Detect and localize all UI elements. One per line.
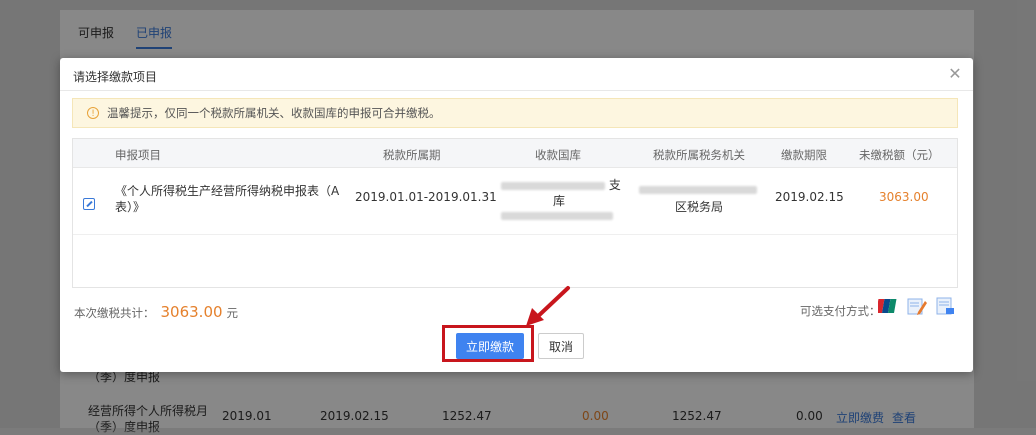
modal-title: 请选择缴款项目 [73,70,158,84]
item-name-line1: 《个人所得税生产经营所得纳税申报表（A [115,184,340,198]
table-header: 申报项目 税款所属期 收款国库 税款所属税务机关 缴款期限 未缴税额（元） [73,139,957,168]
payment-table: 申报项目 税款所属期 收款国库 税款所属税务机关 缴款期限 未缴税额（元） 《个… [72,138,958,288]
redacted-text [501,208,613,222]
unionpay-icon[interactable] [878,296,900,316]
notice-text: 温馨提示，仅同一个税款所属机关、收款国库的申报可合并缴税。 [107,106,441,120]
row-period: 2019.01.01-2019.01.31 [355,190,497,204]
total-value: 3063.00 [160,303,223,321]
redacted-text [501,181,605,190]
treasury-suffix-2: 库 [553,194,566,208]
close-icon[interactable]: ✕ [945,64,965,84]
row-deadline: 2019.02.15 [775,190,844,204]
cancel-button[interactable]: 取消 [538,333,584,359]
table-row[interactable]: 《个人所得税生产经营所得纳税申报表（A 表）》 2019.01.01-2019.… [73,168,957,235]
row-checkbox[interactable] [83,198,95,210]
authority-suffix: 区税务局 [675,200,724,214]
bank-transfer-icon[interactable] [934,296,956,316]
header-authority: 税款所属税务机关 [653,148,745,162]
header-unpaid: 未缴税额（元） [859,148,940,162]
header-treasury: 收款国库 [535,148,581,162]
total-unit: 元 [226,306,239,320]
pointer-arrow-icon [526,286,570,326]
sign-pen-icon[interactable] [906,296,928,316]
pay-methods-label: 可选支付方式： [800,304,881,318]
modal-header: 请选择缴款项目 ✕ [60,58,973,91]
notice-banner: ! 温馨提示，仅同一个税款所属机关、收款国库的申报可合并缴税。 [72,98,958,128]
row-unpaid: 3063.00 [879,190,929,204]
header-deadline: 缴款期限 [781,148,827,162]
treasury-cell: 支 [501,176,621,193]
item-name-line2: 表）》 [115,200,146,214]
treasury-suffix-1: 支 [608,178,621,192]
total-summary: 本次缴税共计： 3063.00 元 [74,303,238,321]
header-item: 申报项目 [115,148,161,162]
redacted-text [639,182,757,196]
highlight-box [442,325,534,362]
info-icon: ! [87,107,99,119]
pay-methods [878,296,956,316]
header-period: 税款所属期 [383,148,441,162]
total-label: 本次缴税共计： [74,306,155,320]
